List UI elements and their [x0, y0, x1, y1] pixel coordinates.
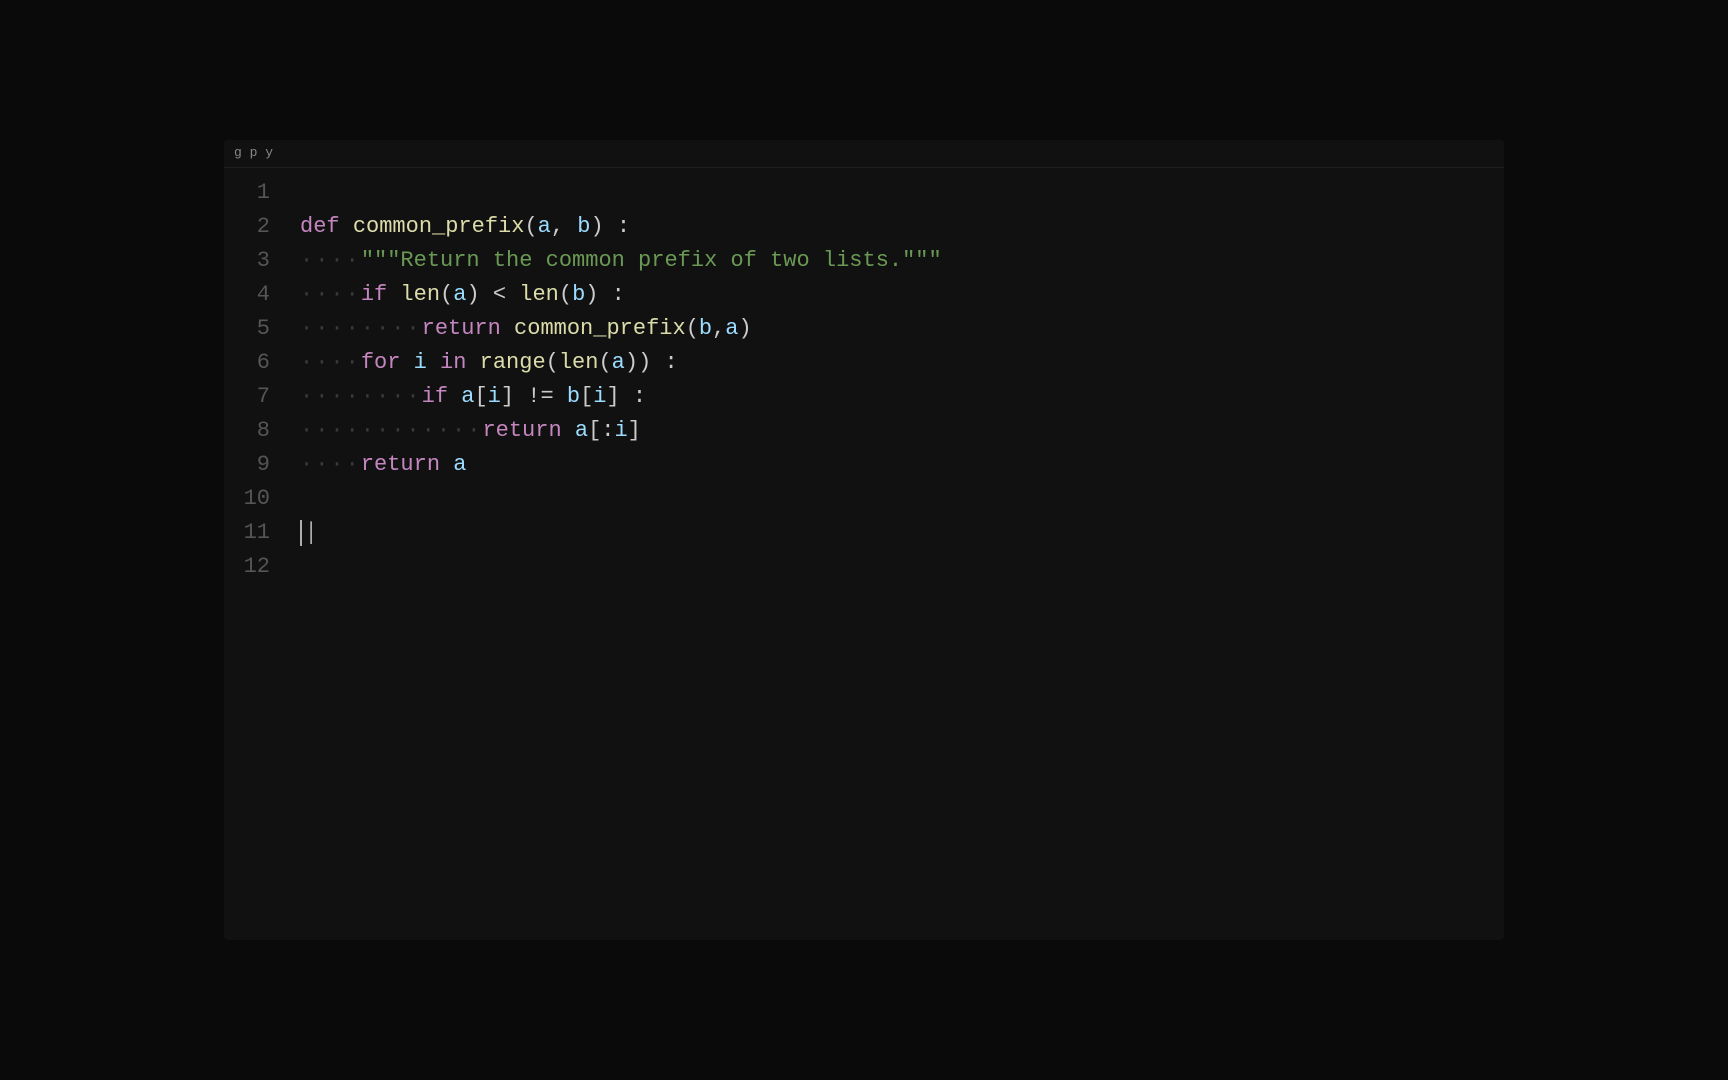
punct-close-paren-colon: ) : [590, 210, 630, 244]
fn-call-5: common_prefix [514, 312, 686, 346]
punct-6a: ( [546, 346, 559, 380]
punct-5b: , [712, 312, 725, 346]
punct-7e: ] : [606, 380, 646, 414]
indent-3: ···· [300, 244, 361, 278]
line-num-10: 10 [234, 482, 286, 516]
code-line-7: ········if a[i] != b[i] : [300, 380, 1504, 414]
code-line-12 [300, 550, 1504, 584]
var-i-8: i [614, 414, 627, 448]
var-a-8: a [575, 414, 588, 448]
builtin-range: range [480, 346, 546, 380]
line-num-1: 1 [234, 176, 286, 210]
line-num-9: 9 [234, 448, 286, 482]
code-line-6: ····for i in range(len(a)) : [300, 346, 1504, 380]
punct-8a: [: [588, 414, 614, 448]
keyword-def: def [300, 210, 353, 244]
code-line-11[interactable]: │ [300, 516, 1504, 550]
mouse-cursor-icon: │ [305, 518, 317, 549]
code-line-9: ····return a [300, 448, 1504, 482]
punct-7b: ] [501, 380, 527, 414]
var-b-7: b [567, 380, 580, 414]
keyword-in: in [427, 346, 480, 380]
punct-6c: )) : [625, 346, 678, 380]
keyword-return-8: return [482, 414, 574, 448]
line-num-2: 2 [234, 210, 286, 244]
var-i-7b: i [593, 380, 606, 414]
line-num-8: 8 [234, 414, 286, 448]
builtin-len-4b: len [519, 278, 559, 312]
keyword-for: for [361, 346, 414, 380]
line-numbers: 1 2 3 4 5 6 7 8 9 10 11 12 [224, 176, 296, 584]
punct-7d: [ [580, 380, 593, 414]
var-a-7: a [461, 380, 474, 414]
line-num-7: 7 [234, 380, 286, 414]
line-num-6: 6 [234, 346, 286, 380]
keyword-return-5: return [422, 312, 514, 346]
code-line-8: ············return a[:i] [300, 414, 1504, 448]
var-b-4: b [572, 278, 585, 312]
code-line-10 [300, 482, 1504, 516]
code-editor[interactable]: g p y 1 2 3 4 5 6 7 8 9 10 11 12 def com… [224, 140, 1504, 940]
punct-4c: ( [559, 278, 572, 312]
var-a-4: a [453, 278, 466, 312]
var-b-5: b [699, 312, 712, 346]
keyword-if-7: if [422, 380, 462, 414]
punct-4b: ) < [466, 278, 519, 312]
punct-open-paren: ( [524, 210, 537, 244]
keyword-if-4: if [361, 278, 401, 312]
code-content[interactable]: def common_prefix(a, b) : ····"""Return … [296, 176, 1504, 584]
punct-5c: ) [739, 312, 752, 346]
code-line-2: def common_prefix(a, b) : [300, 210, 1504, 244]
docstring-text: """Return the common prefix of two lists… [361, 244, 942, 278]
indent-6: ···· [300, 346, 361, 380]
code-line-3: ····"""Return the common prefix of two l… [300, 244, 1504, 278]
editor-top-bar: g p y [224, 140, 1504, 168]
indent-5: ········ [300, 312, 422, 346]
op-neq: != [527, 380, 553, 414]
line-num-5: 5 [234, 312, 286, 346]
punct-5a: ( [686, 312, 699, 346]
var-a-5: a [725, 312, 738, 346]
var-a-6: a [612, 346, 625, 380]
indent-9: ···· [300, 448, 361, 482]
indent-8: ············ [300, 414, 482, 448]
code-area[interactable]: 1 2 3 4 5 6 7 8 9 10 11 12 def common_pr… [224, 168, 1504, 584]
text-cursor [300, 520, 302, 546]
keyword-return-9: return [361, 448, 453, 482]
indent-7: ········ [300, 380, 422, 414]
punct-8b: ] [628, 414, 641, 448]
punct-4a: ( [440, 278, 453, 312]
builtin-len-4a: len [400, 278, 440, 312]
punct-comma: , [551, 210, 577, 244]
punct-4d: ) : [585, 278, 625, 312]
line-num-4: 4 [234, 278, 286, 312]
code-line-5: ········return common_prefix(b,a) [300, 312, 1504, 346]
builtin-len-6: len [559, 346, 599, 380]
var-i-7a: i [488, 380, 501, 414]
code-line-4: ····if len(a) < len(b) : [300, 278, 1504, 312]
top-bar-text: g p y [234, 143, 273, 163]
var-i-6: i [414, 346, 427, 380]
var-a-9: a [453, 448, 466, 482]
line-num-3: 3 [234, 244, 286, 278]
punct-7c [554, 380, 567, 414]
function-name: common_prefix [353, 210, 525, 244]
punct-7a: [ [474, 380, 487, 414]
param-a: a [538, 210, 551, 244]
code-line-1 [300, 176, 1504, 210]
line-num-11: 11 [234, 516, 286, 550]
punct-6b: ( [598, 346, 611, 380]
line-num-12: 12 [234, 550, 286, 584]
param-b: b [577, 210, 590, 244]
indent-4: ···· [300, 278, 361, 312]
